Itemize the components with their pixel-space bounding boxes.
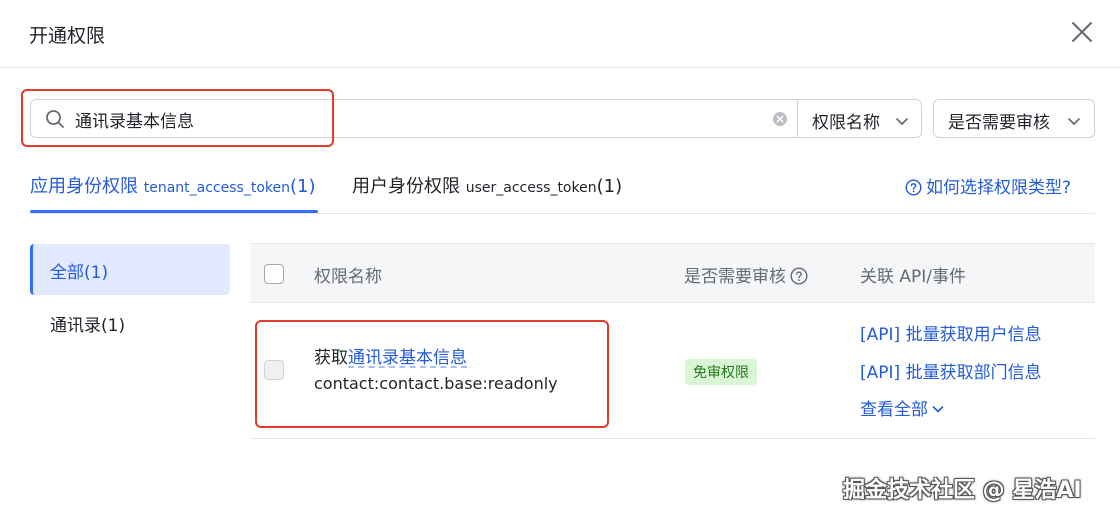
chevron-down-icon [1067, 113, 1081, 127]
select-all-checkbox[interactable] [264, 264, 284, 284]
tab-user-access[interactable]: 用户身份权限 user_access_token(1) [352, 172, 622, 198]
permission-title: 获取通讯录基本信息 [314, 343, 467, 368]
tab-count: (1) [596, 176, 623, 197]
permission-name-select[interactable]: 权限名称 [797, 99, 922, 138]
permission-prefix: 获取 [314, 348, 348, 368]
permission-name-link[interactable]: 通讯录基本信息 [348, 348, 467, 368]
view-all-link[interactable]: 查看全部 [860, 395, 944, 420]
watermark: 掘金技术社区 @ 星浩AI [843, 478, 1082, 503]
permission-tabs: 应用身份权限 tenant_access_token(1) 用户身份权限 use… [30, 160, 1095, 214]
tab-tenant-access[interactable]: 应用身份权限 tenant_access_token(1) [30, 172, 315, 198]
review-free-badge: 免审权限 [685, 359, 757, 385]
dialog-title: 开通权限 [29, 25, 106, 47]
chevron-down-icon [932, 400, 944, 413]
active-tab-indicator [30, 210, 318, 213]
row-checkbox[interactable] [264, 360, 284, 380]
question-icon[interactable] [790, 267, 808, 285]
clear-icon[interactable] [772, 111, 788, 127]
sidebar-item-all[interactable]: 全部(1) [30, 244, 230, 295]
api-link-batch-users[interactable]: [API] 批量获取用户信息 [860, 320, 1042, 345]
help-link-label: 如何选择权限类型? [926, 178, 1072, 198]
tab-label: 应用身份权限 [30, 176, 138, 197]
tab-token: user_access_token [465, 180, 597, 196]
tab-count: (1) [289, 176, 316, 197]
search-icon [45, 109, 65, 129]
needs-review-select[interactable]: 是否需要审核 [933, 99, 1095, 138]
header-needs-review: 是否需要审核 [684, 262, 808, 287]
permissions-table: 权限名称 是否需要审核 关联 API/事件 获取通讯录基本信息 contact:… [250, 243, 1095, 439]
close-icon[interactable] [1070, 20, 1094, 44]
tab-token: tenant_access_token [143, 180, 290, 196]
header-permission-name: 权限名称 [314, 267, 382, 287]
permission-scope: contact:contact.base:readonly [314, 374, 558, 393]
dialog-header: 开通权限 [0, 0, 1120, 68]
view-all-label: 查看全部 [860, 400, 928, 420]
header-related-apis: 关联 API/事件 [860, 267, 967, 287]
table-row: 获取通讯录基本信息 contact:contact.base:readonly … [250, 303, 1095, 439]
tab-label: 用户身份权限 [352, 176, 460, 197]
api-link-batch-departments[interactable]: [API] 批量获取部门信息 [860, 358, 1042, 383]
permission-name-select-label: 权限名称 [812, 113, 880, 133]
help-link[interactable]: 如何选择权限类型? [905, 173, 1071, 198]
needs-review-select-label: 是否需要审核 [948, 113, 1050, 133]
chevron-down-icon [895, 113, 909, 127]
search-input[interactable] [75, 106, 755, 132]
sidebar-item-contacts[interactable]: 通讯录(1) [30, 297, 230, 348]
table-header: 权限名称 是否需要审核 关联 API/事件 [250, 243, 1095, 303]
help-icon [905, 179, 922, 196]
header-needs-review-label: 是否需要审核 [684, 267, 786, 287]
search-box[interactable] [30, 99, 798, 138]
